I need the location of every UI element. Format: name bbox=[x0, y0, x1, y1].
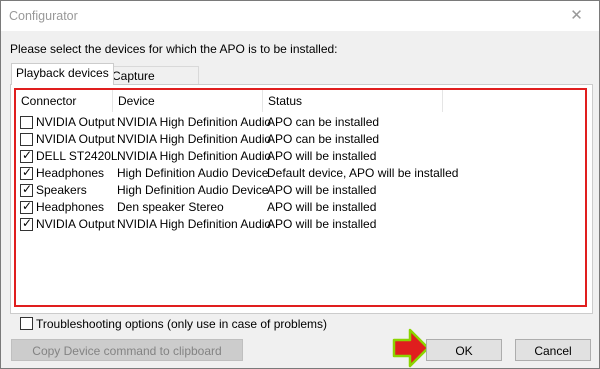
table-row[interactable]: NVIDIA Output NVIDIA High Definition Aud… bbox=[16, 131, 585, 148]
column-header-status[interactable]: Status bbox=[263, 90, 443, 112]
tab-playback-devices-active[interactable]: Playback devices bbox=[11, 63, 114, 85]
status-cell: APO can be installed bbox=[267, 132, 380, 146]
row-checkbox[interactable]: ✓ bbox=[20, 182, 33, 197]
row-checkbox[interactable]: ✓ bbox=[20, 216, 33, 231]
device-cell: NVIDIA High Definition Audio bbox=[117, 149, 272, 163]
ok-button[interactable]: OK bbox=[426, 339, 502, 361]
table-row[interactable]: ✓ DELL ST2420L NVIDIA High Definition Au… bbox=[16, 148, 585, 165]
arrow-right-icon bbox=[392, 328, 430, 368]
device-cell: High Definition Audio Device bbox=[117, 183, 269, 197]
status-cell: APO can be installed bbox=[267, 115, 380, 129]
checkbox-tick-icon: ✓ bbox=[22, 182, 33, 196]
row-checkbox[interactable]: ✓ bbox=[20, 199, 33, 214]
connector-cell: Speakers bbox=[36, 183, 87, 197]
table-row[interactable]: ✓ Speakers High Definition Audio Device … bbox=[16, 182, 585, 199]
device-cell: NVIDIA High Definition Audio bbox=[117, 115, 272, 129]
configurator-window: Configurator ✕ Please select the devices… bbox=[0, 0, 600, 369]
status-cell: Default device, APO will be installed bbox=[267, 166, 459, 180]
window-title: Configurator bbox=[9, 9, 78, 23]
device-cell: NVIDIA High Definition Audio bbox=[117, 132, 272, 146]
troubleshooting-checkbox[interactable] bbox=[20, 317, 33, 330]
connector-cell: NVIDIA Output bbox=[36, 132, 115, 146]
cancel-button[interactable]: Cancel bbox=[515, 339, 591, 361]
status-cell: APO will be installed bbox=[267, 149, 377, 163]
troubleshooting-label[interactable]: Troubleshooting options (only use in cas… bbox=[36, 317, 327, 331]
device-cell: Den speaker Stereo bbox=[117, 200, 224, 214]
column-header-device[interactable]: Device bbox=[113, 90, 263, 112]
row-checkbox[interactable] bbox=[20, 116, 33, 129]
checkbox-tick-icon: ✓ bbox=[22, 199, 33, 213]
checkbox-tick-icon: ✓ bbox=[22, 216, 33, 230]
row-checkbox[interactable]: ✓ bbox=[20, 165, 33, 180]
tab-label: Playback devices bbox=[16, 66, 109, 80]
checkbox-tick-icon: ✓ bbox=[22, 148, 33, 162]
table-row[interactable]: ✓ NVIDIA Output NVIDIA High Definition A… bbox=[16, 216, 585, 233]
list-header: Connector Device Status bbox=[16, 90, 585, 114]
row-checkbox[interactable]: ✓ bbox=[20, 148, 33, 163]
title-bar: Configurator ✕ bbox=[1, 1, 599, 31]
arrow-shape bbox=[392, 328, 430, 368]
connector-cell: Headphones bbox=[36, 200, 105, 214]
device-list[interactable]: Connector Device Status NVIDIA Output NV… bbox=[14, 88, 587, 307]
table-row[interactable]: NVIDIA Output NVIDIA High Definition Aud… bbox=[16, 114, 585, 131]
instruction-text: Please select the devices for which the … bbox=[10, 42, 338, 56]
close-icon[interactable]: ✕ bbox=[554, 1, 599, 31]
status-cell: APO will be installed bbox=[267, 183, 377, 197]
status-cell: APO will be installed bbox=[267, 200, 377, 214]
table-row[interactable]: ✓ Headphones High Definition Audio Devic… bbox=[16, 165, 585, 182]
device-cell: NVIDIA High Definition Audio bbox=[117, 217, 272, 231]
connector-cell: DELL ST2420L bbox=[36, 149, 118, 163]
table-row[interactable]: ✓ Headphones Den speaker Stereo APO will… bbox=[16, 199, 585, 216]
column-header-connector[interactable]: Connector bbox=[16, 90, 113, 112]
connector-cell: NVIDIA Output bbox=[36, 217, 115, 231]
checkbox-tick-icon: ✓ bbox=[22, 165, 33, 179]
row-checkbox[interactable] bbox=[20, 133, 33, 146]
tab-capture-devices[interactable]: Capture devices bbox=[107, 66, 199, 101]
status-cell: APO will be installed bbox=[267, 217, 377, 231]
connector-cell: NVIDIA Output bbox=[36, 115, 115, 129]
device-cell: High Definition Audio Device bbox=[117, 166, 269, 180]
copy-device-command-button[interactable]: Copy Device command to clipboard bbox=[11, 339, 243, 361]
connector-cell: Headphones bbox=[36, 166, 105, 180]
